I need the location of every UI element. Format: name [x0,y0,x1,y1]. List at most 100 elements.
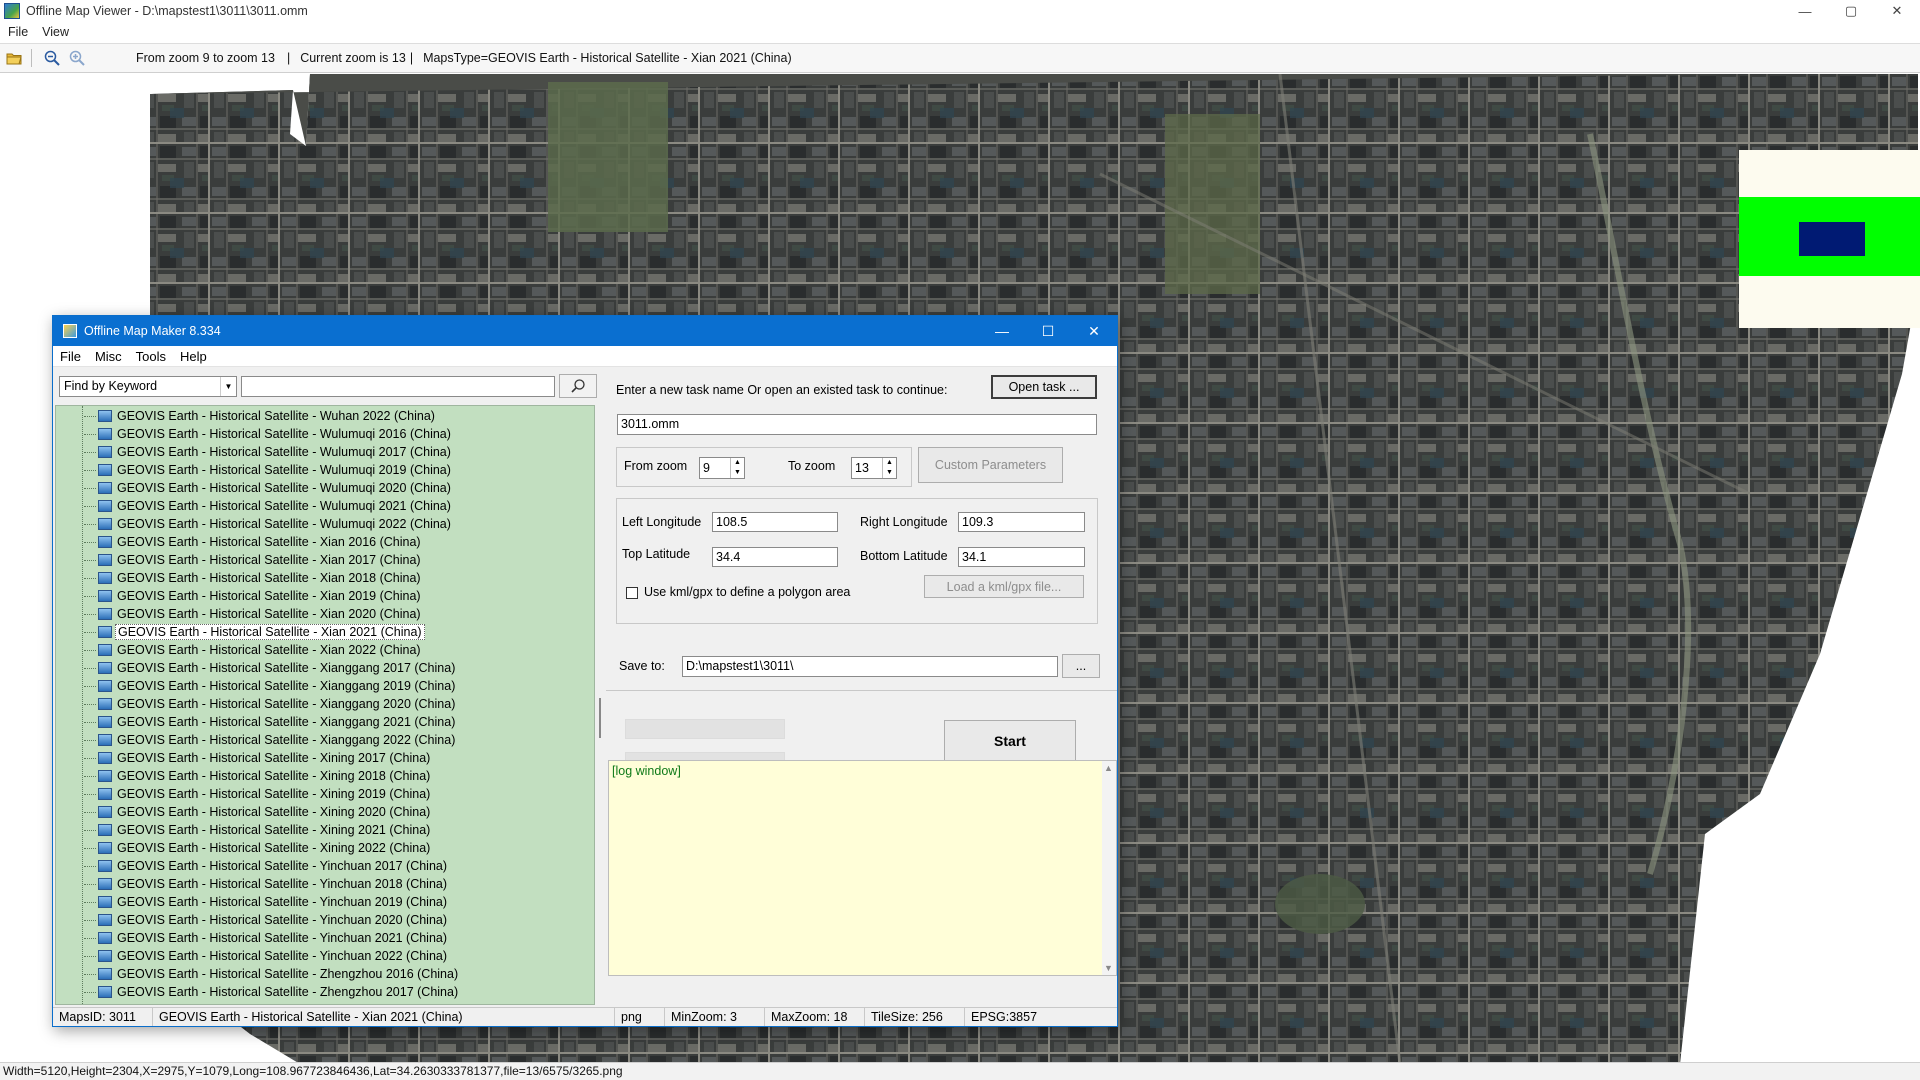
zoom-in-icon[interactable] [66,47,88,69]
to-zoom-spinner[interactable]: 13 ▲ ▼ [851,457,897,479]
left-longitude-input[interactable]: 108.5 [712,512,838,532]
start-button[interactable]: Start [944,720,1076,762]
minimize-button[interactable]: — [979,316,1025,346]
close-button[interactable]: ✕ [1874,0,1920,22]
bottom-latitude-input[interactable]: 34.1 [958,547,1085,567]
tree-item[interactable]: GEOVIS Earth - Historical Satellite - Wu… [84,425,453,443]
tree-connector [84,559,96,561]
maps-tree[interactable]: GEOVIS Earth - Historical Satellite - Wu… [55,405,595,1005]
scroll-down-icon[interactable]: ▼ [1104,963,1113,973]
tree-item-label: GEOVIS Earth - Historical Satellite - Zh… [117,985,459,999]
load-kml-button[interactable]: Load a kml/gpx file... [924,575,1084,598]
tree-item[interactable]: GEOVIS Earth - Historical Satellite - Xi… [84,533,423,551]
menu-misc[interactable]: Misc [95,349,122,364]
tree-item[interactable]: GEOVIS Earth - Historical Satellite - Yi… [84,911,449,929]
tree-item[interactable]: GEOVIS Earth - Historical Satellite - Wu… [84,407,437,425]
browse-folder-button[interactable]: ... [1062,654,1100,678]
splitter-grip[interactable] [599,698,601,738]
spinner-arrows-icon[interactable]: ▲ ▼ [882,458,896,478]
minimize-button[interactable]: — [1782,0,1828,22]
tree-item[interactable]: GEOVIS Earth - Historical Satellite - Xi… [84,695,457,713]
map-layer-icon [98,410,112,422]
tree-item[interactable]: GEOVIS Earth - Historical Satellite - Xi… [84,713,457,731]
from-zoom-spinner[interactable]: 9 ▲ ▼ [699,457,745,479]
tree-item[interactable]: GEOVIS Earth - Historical Satellite - Yi… [84,947,449,965]
tree-item[interactable]: GEOVIS Earth - Historical Satellite - Xi… [84,623,425,641]
tree-item[interactable]: GEOVIS Earth - Historical Satellite - Xi… [84,749,432,767]
top-latitude-input[interactable]: 34.4 [712,547,838,567]
tree-item[interactable]: GEOVIS Earth - Historical Satellite - Zh… [84,983,460,1001]
tree-item-label: GEOVIS Earth - Historical Satellite - Wu… [117,499,451,513]
map-layer-icon [98,536,112,548]
kml-polygon-checkbox[interactable] [626,587,638,599]
status-maps-id: MapsID: 3011 [53,1008,153,1026]
maximize-button[interactable]: ☐ [1025,316,1071,346]
menu-file[interactable]: File [8,25,28,39]
map-layer-icon [98,590,112,602]
maximize-button[interactable]: ▢ [1828,0,1874,22]
tree-connector [84,631,96,633]
menu-help[interactable]: Help [180,349,207,364]
viewer-menu-bar: File View [0,22,1920,42]
tree-item[interactable]: GEOVIS Earth - Historical Satellite - Xi… [84,803,432,821]
log-window[interactable]: [log window] ▲ ▼ [608,760,1117,976]
viewer-toolbar: From zoom 9 to zoom 13 | Current zoom is… [0,43,1920,73]
tree-item[interactable]: GEOVIS Earth - Historical Satellite - Xi… [84,839,432,857]
tree-item[interactable]: GEOVIS Earth - Historical Satellite - Wu… [84,515,453,533]
search-mode-select[interactable]: Find by Keyword ▼ [59,376,237,397]
menu-file[interactable]: File [60,349,81,364]
tree-item[interactable]: GEOVIS Earth - Historical Satellite - Wu… [84,497,453,515]
tree-item[interactable]: GEOVIS Earth - Historical Satellite - Xi… [84,605,423,623]
tree-item-label: GEOVIS Earth - Historical Satellite - Xi… [117,571,421,585]
task-name-input[interactable]: 3011.omm [617,414,1097,435]
log-scrollbar[interactable]: ▲ ▼ [1102,761,1116,975]
overview-minimap[interactable] [1739,150,1920,328]
keyword-input[interactable] [241,376,555,397]
tree-connector [84,811,96,813]
tree-item-label: GEOVIS Earth - Historical Satellite - Xi… [117,787,431,801]
info-separator: | [286,51,291,65]
tree-item[interactable]: GEOVIS Earth - Historical Satellite - Xi… [84,569,423,587]
tree-item[interactable]: GEOVIS Earth - Historical Satellite - Xi… [84,767,432,785]
tree-item-label: GEOVIS Earth - Historical Satellite - Yi… [117,877,448,891]
close-button[interactable]: ✕ [1071,316,1117,346]
tree-item[interactable]: GEOVIS Earth - Historical Satellite - Yi… [84,875,449,893]
menu-view[interactable]: View [42,25,69,39]
tree-item-label: GEOVIS Earth - Historical Satellite - Xi… [117,607,421,621]
pane-splitter[interactable] [598,368,606,1006]
tree-item[interactable]: GEOVIS Earth - Historical Satellite - Zh… [84,965,460,983]
search-button[interactable] [559,374,597,398]
tree-item[interactable]: GEOVIS Earth - Historical Satellite - Xi… [84,821,432,839]
spinner-arrows-icon[interactable]: ▲ ▼ [730,458,744,478]
tree-item[interactable]: GEOVIS Earth - Historical Satellite - Wu… [84,479,453,497]
tree-item-label: GEOVIS Earth - Historical Satellite - Xi… [115,624,425,640]
save-path-input[interactable]: D:\mapstest1\3011\ [682,656,1058,677]
tree-item[interactable]: GEOVIS Earth - Historical Satellite - Xi… [84,785,432,803]
open-folder-icon[interactable] [3,47,25,69]
open-task-button[interactable]: Open task ... [991,375,1097,399]
map-layer-icon [98,482,112,494]
tree-item[interactable]: GEOVIS Earth - Historical Satellite - Yi… [84,929,449,947]
tree-item[interactable]: GEOVIS Earth - Historical Satellite - Xi… [84,731,457,749]
tree-item[interactable]: GEOVIS Earth - Historical Satellite - Yi… [84,857,449,875]
tree-item[interactable]: GEOVIS Earth - Historical Satellite - Xi… [84,587,423,605]
map-maker-title-bar[interactable]: Offline Map Maker 8.334 — ☐ ✕ [53,316,1117,346]
tree-item[interactable]: GEOVIS Earth - Historical Satellite - Xi… [84,659,457,677]
tree-item[interactable]: GEOVIS Earth - Historical Satellite - Yi… [84,893,449,911]
status-min-zoom: MinZoom: 3 [665,1008,765,1026]
overview-viewport-box[interactable] [1799,222,1865,256]
tree-item-label: GEOVIS Earth - Historical Satellite - Xi… [117,535,421,549]
tree-item[interactable]: GEOVIS Earth - Historical Satellite - Wu… [84,443,453,461]
menu-tools[interactable]: Tools [136,349,166,364]
zoom-out-icon[interactable] [41,47,63,69]
right-longitude-input[interactable]: 109.3 [958,512,1085,532]
tree-item[interactable]: GEOVIS Earth - Historical Satellite - Xi… [84,677,457,695]
tree-item[interactable]: GEOVIS Earth - Historical Satellite - Xi… [84,641,423,659]
tree-item[interactable]: GEOVIS Earth - Historical Satellite - Xi… [84,551,423,569]
tree-item-label: GEOVIS Earth - Historical Satellite - Xi… [117,733,456,747]
scroll-up-icon[interactable]: ▲ [1104,763,1113,773]
custom-parameters-button[interactable]: Custom Parameters [918,447,1063,483]
chevron-down-icon[interactable]: ▼ [220,377,236,396]
tree-connector [84,991,96,993]
tree-item[interactable]: GEOVIS Earth - Historical Satellite - Wu… [84,461,453,479]
